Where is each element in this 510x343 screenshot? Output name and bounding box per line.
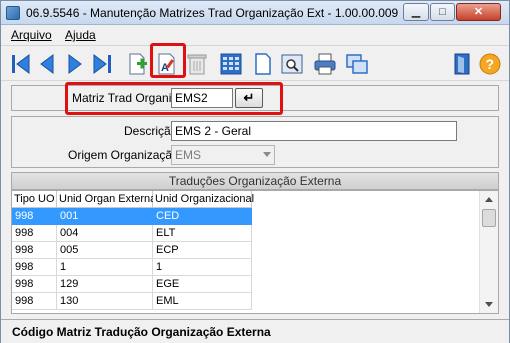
delete-record-button[interactable] (185, 52, 209, 76)
maximize-button[interactable]: □ (430, 3, 455, 21)
previous-record-icon (40, 54, 54, 74)
table-row[interactable]: 998 1 1 (12, 259, 252, 276)
copy-document-icon (255, 53, 271, 75)
column-header-tipo-uo[interactable]: Tipo UO (12, 191, 57, 208)
toolbar: A ? (1, 43, 509, 81)
print-button[interactable] (313, 52, 337, 76)
descricao-input[interactable]: EMS 2 - Geral (171, 121, 457, 141)
exit-door-icon (454, 53, 470, 75)
table-cell: 998 (12, 242, 57, 259)
table-cell: EML (153, 293, 252, 310)
app-icon (6, 6, 20, 20)
preview-button[interactable] (280, 52, 304, 76)
last-record-icon (93, 54, 111, 74)
help-button[interactable]: ? (478, 52, 502, 76)
window-title: 06.9.5546 - Manutenção Matrizes Trad Org… (26, 6, 399, 20)
column-header-unid-organ-externa[interactable]: Unid Organ Externa (57, 191, 156, 208)
detail-panel: Descrição: EMS 2 - Geral Origem Organiza… (11, 116, 499, 168)
table-row[interactable]: 998 004 ELT (12, 225, 252, 242)
table-cell: 998 (12, 276, 57, 293)
windows-icon (346, 54, 368, 74)
add-record-button[interactable] (125, 52, 149, 76)
application-window: 06.9.5546 - Manutenção Matrizes Trad Org… (0, 0, 510, 343)
exit-button[interactable] (450, 52, 474, 76)
table-cell: ELT (153, 225, 252, 242)
first-record-button[interactable] (9, 52, 33, 76)
menu-ajuda[interactable]: Ajuda (65, 28, 96, 42)
key-field-highlight (65, 82, 283, 115)
table-cell: 129 (57, 276, 153, 293)
scroll-thumb[interactable] (482, 209, 496, 227)
origem-organizacao-select[interactable]: EMS (171, 145, 275, 165)
grid-header: Tipo UO Unid Organ Externa Unid Organiza… (12, 191, 254, 208)
title-bar: 06.9.5546 - Manutenção Matrizes Trad Org… (1, 1, 509, 25)
scroll-down-icon[interactable] (485, 302, 493, 307)
table-cell: 130 (57, 293, 153, 310)
table-cell: 998 (12, 293, 57, 310)
minimize-button[interactable]: ▁ (403, 3, 429, 21)
close-button[interactable]: ✕ (456, 3, 501, 21)
table-row[interactable]: 998 129 EGE (12, 276, 252, 293)
table-cell: ECP (153, 242, 252, 259)
table-cell: 998 (12, 208, 57, 225)
copy-document-button[interactable] (251, 52, 275, 76)
previous-record-button[interactable] (35, 52, 59, 76)
preview-icon (281, 54, 303, 74)
table-cell: EGE (153, 276, 252, 293)
windows-button[interactable] (345, 52, 369, 76)
last-record-button[interactable] (90, 52, 114, 76)
table-row[interactable]: 998 130 EML (12, 293, 252, 310)
first-record-icon (12, 54, 30, 74)
table-cell: 998 (12, 225, 57, 242)
delete-record-icon (187, 54, 207, 75)
table-cell: 1 (153, 259, 252, 276)
table-cell: CED (153, 208, 252, 225)
zoom-list-button[interactable] (219, 52, 243, 76)
grid-title: Traduções Organização Externa (11, 172, 499, 190)
status-text: Código Matriz Tradução Organização Exter… (12, 325, 271, 339)
origem-organizacao-label: Origem Organização: (68, 148, 183, 162)
zoom-list-icon (220, 53, 242, 75)
table-cell: 001 (57, 208, 153, 225)
table-cell: 004 (57, 225, 153, 242)
svg-text:?: ? (486, 56, 495, 72)
grid-rows: 998 001 CED 998 004 ELT 998 005 ECP 998 1 1 998 129 EG… (12, 208, 252, 310)
status-bar: Código Matriz Tradução Organização Exter… (1, 319, 509, 343)
table-cell: 005 (57, 242, 153, 259)
edit-button-highlight (150, 43, 186, 78)
table-row[interactable]: 998 001 CED (12, 208, 252, 225)
next-record-button[interactable] (63, 52, 87, 76)
next-record-icon (68, 54, 82, 74)
print-icon (314, 53, 336, 75)
origem-organizacao-value: EMS (175, 148, 202, 162)
add-record-icon (129, 53, 147, 75)
table-cell: 998 (12, 259, 57, 276)
scroll-up-icon[interactable] (485, 197, 493, 202)
column-header-unid-organizacional[interactable]: Unid Organizacional (153, 191, 254, 208)
translations-grid: Tipo UO Unid Organ Externa Unid Organiza… (11, 190, 499, 314)
menu-bar: Arquivo Ajuda (1, 26, 509, 44)
table-row[interactable]: 998 005 ECP (12, 242, 252, 259)
help-icon: ? (479, 53, 501, 75)
table-cell: 1 (57, 259, 153, 276)
chevron-down-icon (263, 152, 271, 157)
menu-arquivo[interactable]: Arquivo (11, 28, 52, 42)
vertical-scrollbar[interactable] (479, 191, 498, 313)
